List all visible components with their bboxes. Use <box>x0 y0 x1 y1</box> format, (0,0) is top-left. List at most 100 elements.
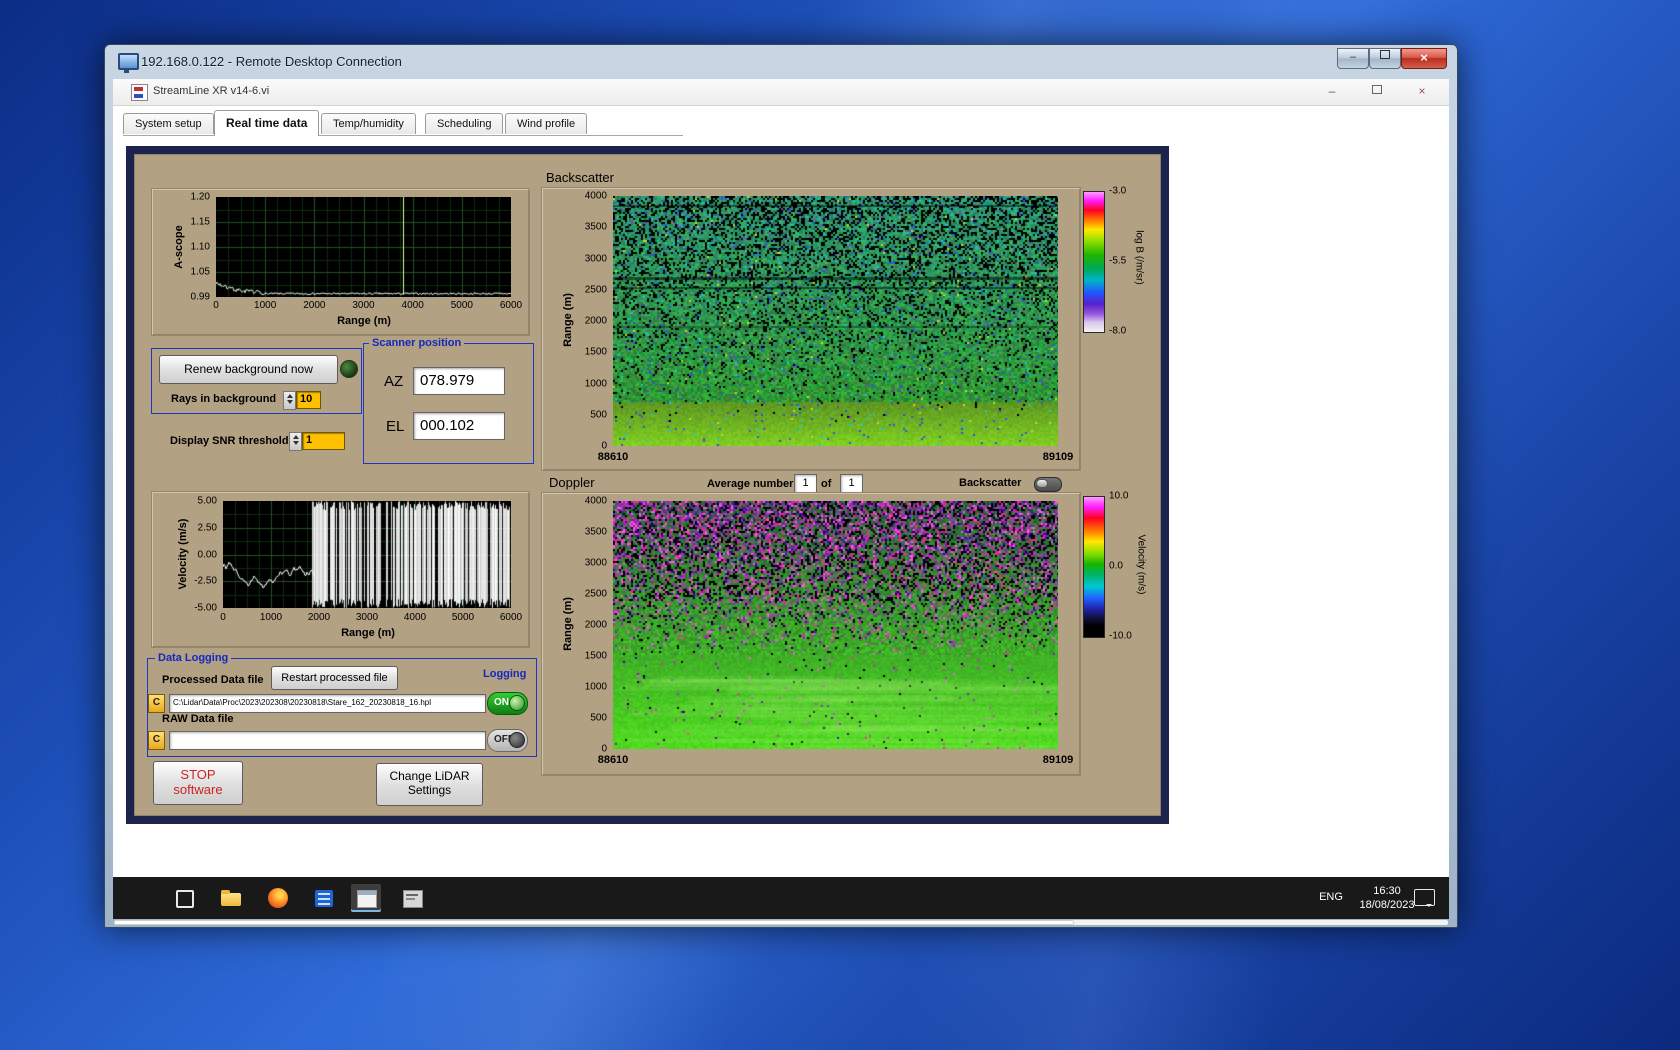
change-lidar-settings-button[interactable]: Change LiDAR Settings <box>376 763 483 806</box>
tick-label: 1000 <box>585 682 607 693</box>
backscatter-title: Backscatter <box>546 170 614 185</box>
tick-label: 5000 <box>451 300 473 311</box>
restart-processed-file-button[interactable]: Restart processed file <box>271 666 398 690</box>
stop-software-button[interactable]: STOP software <box>153 761 243 805</box>
tick-label: 3500 <box>585 527 607 538</box>
az-label: AZ <box>384 373 403 390</box>
tick-label: -2.50 <box>194 576 217 587</box>
rdp-minimize-button[interactable]: – <box>1337 48 1369 69</box>
tick-label: 2000 <box>585 620 607 631</box>
tick-label: 4000 <box>585 191 607 202</box>
doppler-canvas <box>613 501 1058 749</box>
rays-spinner[interactable] <box>283 391 296 410</box>
tick-label: -3.0 <box>1109 186 1126 197</box>
raw-drive-icon[interactable]: C <box>148 731 165 750</box>
tick-label: 1.15 <box>191 217 210 228</box>
tick-label: 2500 <box>585 589 607 600</box>
tick-label: 1.10 <box>191 242 210 253</box>
tick-label: 10.0 <box>1109 491 1128 502</box>
file-explorer-icon[interactable] <box>216 884 246 912</box>
backscatter-plot <box>613 196 1058 446</box>
doppler-y-axis: 40003500300025002000150010005000 <box>573 501 609 749</box>
processed-file-label: Processed Data file <box>162 674 264 686</box>
tick-label: 4000 <box>404 612 426 623</box>
folder-glyph <box>221 893 241 906</box>
app-restore-button[interactable] <box>1362 83 1392 101</box>
blue-app-glyph <box>315 890 333 907</box>
stop-line2: software <box>154 782 242 797</box>
taskview-icon[interactable] <box>169 884 199 912</box>
tick-label: 2.50 <box>198 522 217 533</box>
tick-label: 5.00 <box>198 496 217 507</box>
backscatter-y-axis: 40003500300025002000150010005000 <box>573 196 609 446</box>
doppler-colorbar-label: Velocity (m/s) <box>1136 510 1147 620</box>
toggle-knob <box>509 732 525 748</box>
notification-icon[interactable] <box>1414 889 1435 906</box>
language-indicator[interactable]: ENG <box>1311 891 1351 903</box>
rdp-close-button[interactable]: × <box>1401 48 1447 69</box>
tab-real-time-data[interactable]: Real time data <box>214 110 319 136</box>
backscatter-colorbar-label: log B (/m/sr) <box>1134 208 1145 308</box>
tick-label: 6000 <box>500 612 522 623</box>
backscatter-display-toggle[interactable] <box>1034 477 1062 492</box>
tab-scheduling[interactable]: Scheduling <box>425 113 503 134</box>
snr-spinner[interactable] <box>289 432 302 451</box>
toggle-knob <box>509 695 525 711</box>
app-minimize-button[interactable]: – <box>1317 83 1347 101</box>
tick-label: 3000 <box>585 558 607 569</box>
streamline-app-icon[interactable] <box>351 884 381 912</box>
tab-wind-profile[interactable]: Wind profile <box>505 113 587 134</box>
raw-path-field[interactable] <box>169 731 486 750</box>
scrollbar-thumb[interactable] <box>114 920 1074 925</box>
el-label: EL <box>386 418 404 435</box>
app-icon <box>131 84 148 101</box>
data-logging-title: Data Logging <box>155 652 231 664</box>
doppler-colorbar <box>1083 496 1105 638</box>
tick-label: 500 <box>590 409 607 420</box>
restore-icon <box>1372 85 1382 94</box>
backscatter-x-end: 89109 <box>1028 451 1088 463</box>
doppler-x-end: 89109 <box>1028 754 1088 766</box>
app-close-button[interactable]: × <box>1407 83 1437 101</box>
snr-value-field[interactable]: 1 <box>302 432 345 450</box>
tab-temp-humidity[interactable]: Temp/humidity <box>321 113 416 134</box>
doppler-plot <box>613 501 1058 749</box>
rays-value-field[interactable]: 10 <box>296 391 321 409</box>
tick-label: 3000 <box>352 300 374 311</box>
average-total-field[interactable]: 1 <box>840 474 863 493</box>
blue-app-icon[interactable] <box>309 884 339 912</box>
processed-logging-toggle[interactable]: ON <box>487 692 528 715</box>
doppler-x-start: 88610 <box>583 754 643 766</box>
tick-label: -5.5 <box>1109 256 1126 267</box>
average-number-field[interactable]: 1 <box>794 474 817 493</box>
firefox-icon[interactable] <box>263 884 293 912</box>
tick-label: 1500 <box>585 347 607 358</box>
processed-path-field[interactable]: C:\Lidar\Data\Proc\2023\202308\20230818\… <box>169 694 486 713</box>
slider-knob <box>1036 479 1048 488</box>
tick-label: 4000 <box>402 300 424 311</box>
tab-system-setup[interactable]: System setup <box>123 113 214 134</box>
scan-app-icon[interactable] <box>397 884 427 912</box>
maximize-icon <box>1380 50 1390 59</box>
processed-drive-icon[interactable]: C <box>148 694 165 713</box>
app-titlebar[interactable]: StreamLine XR v14-6.vi – × <box>113 79 1449 106</box>
horizontal-scrollbar[interactable] <box>114 920 1448 925</box>
tab-baseline <box>123 135 683 136</box>
backscatter-x-start: 88610 <box>583 451 643 463</box>
taskbar: ENG 16:30 18/08/2023 <box>113 877 1449 919</box>
rdp-maximize-button[interactable] <box>1369 48 1401 69</box>
tick-label: 1000 <box>585 378 607 389</box>
tick-label: 1000 <box>260 612 282 623</box>
raw-logging-toggle[interactable]: OFF <box>487 729 528 752</box>
velocity-x-axis: 0100020003000400050006000 <box>223 612 511 624</box>
raw-file-label: RAW Data file <box>162 713 234 725</box>
tick-label: 3500 <box>585 222 607 233</box>
renew-background-button[interactable]: Renew background now <box>159 355 338 384</box>
tick-label: 1.05 <box>191 267 210 278</box>
ascope-y-label: A-scope <box>173 212 185 282</box>
rdp-titlebar[interactable]: 192.168.0.122 - Remote Desktop Connectio… <box>105 45 1457 79</box>
taskview-glyph <box>176 890 194 908</box>
tick-label: -8.0 <box>1109 326 1126 337</box>
tick-label: 0.99 <box>191 292 210 303</box>
doppler-y-label: Range (m) <box>562 584 574 664</box>
